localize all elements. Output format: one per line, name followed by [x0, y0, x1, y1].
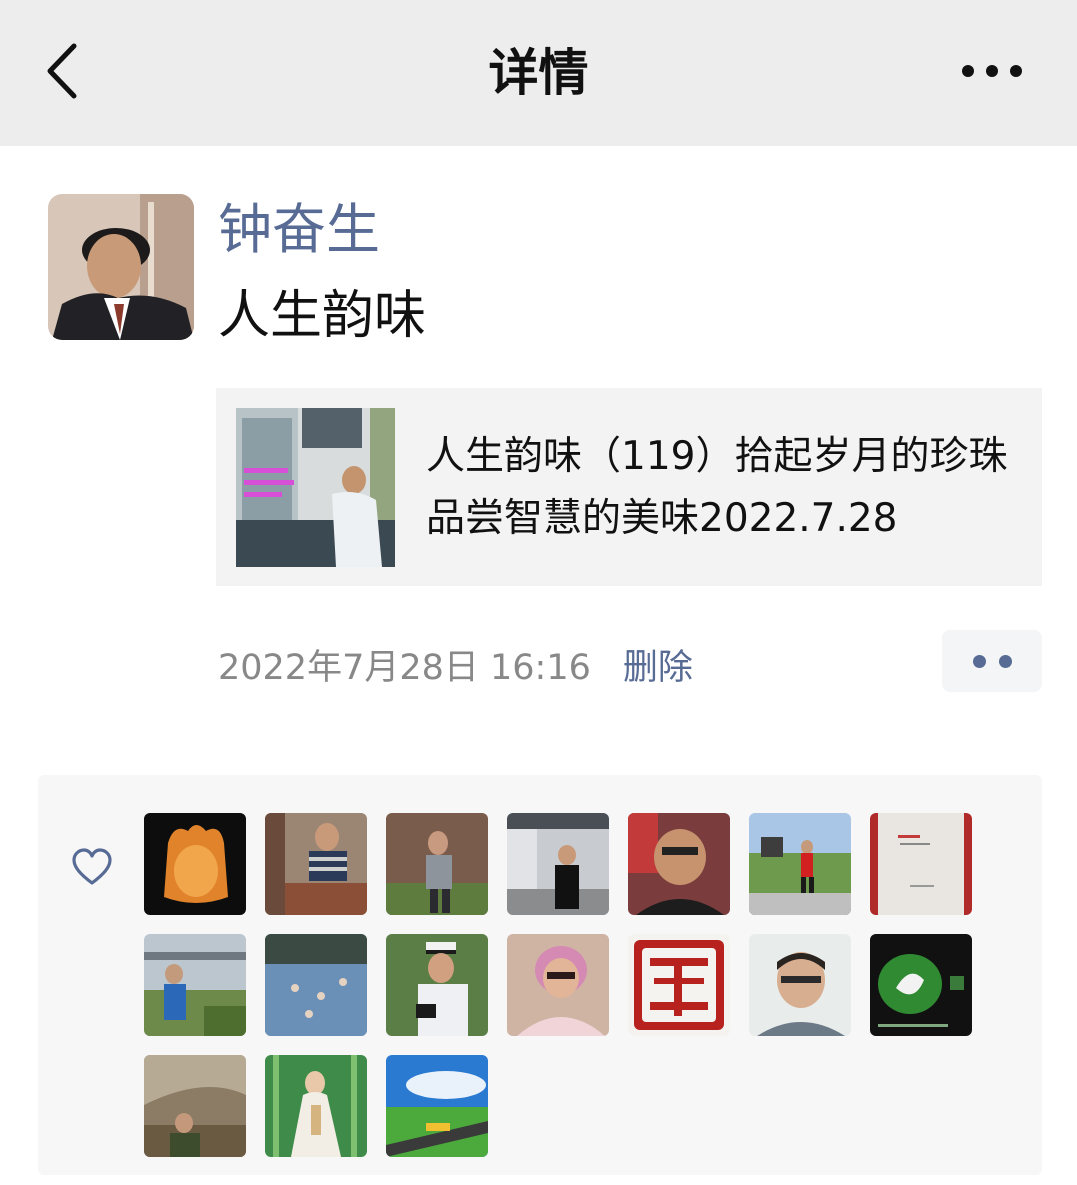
- action-dots-icon: [973, 655, 986, 668]
- liker-avatar[interactable]: [870, 813, 972, 915]
- liker-avatar[interactable]: [265, 813, 367, 915]
- delete-link[interactable]: 删除: [623, 648, 693, 688]
- liker-avatar[interactable]: [144, 1055, 246, 1157]
- article-title: 人生韵味（119）拾起岁月的珍珠 品尝智慧的美味2022.7.28: [426, 434, 1033, 541]
- liker-avatar[interactable]: [386, 934, 488, 1036]
- liker-avatar[interactable]: [507, 813, 609, 915]
- liker-avatar[interactable]: [144, 813, 246, 915]
- liker-avatar[interactable]: [265, 934, 367, 1036]
- post-timestamp: 2022年7月28日 16:16: [218, 648, 591, 688]
- page-title: 详情: [488, 44, 589, 102]
- liker-avatar[interactable]: [628, 813, 730, 915]
- liker-avatar[interactable]: [628, 934, 730, 1036]
- navigation-bar: 详情: [0, 0, 1077, 146]
- shared-article-card[interactable]: 人生韵味（119）拾起岁月的珍珠 品尝智慧的美味2022.7.28: [216, 388, 1042, 586]
- liker-avatar[interactable]: [749, 934, 851, 1036]
- author-name[interactable]: 钟奋生: [218, 194, 380, 266]
- action-dot: [999, 655, 1012, 668]
- post-meta: 2022年7月28日 16:16 删除: [218, 640, 693, 696]
- comment-like-action-button[interactable]: [942, 630, 1042, 692]
- liker-avatar[interactable]: [386, 813, 488, 915]
- more-button[interactable]: [950, 48, 1034, 94]
- heart-outline-icon: [72, 848, 112, 885]
- author-avatar[interactable]: [48, 194, 194, 340]
- liker-avatar[interactable]: [507, 934, 609, 1036]
- post-text: 人生韵味: [218, 286, 427, 346]
- more-dots-icon: [962, 65, 1022, 77]
- liker-avatar[interactable]: [265, 1055, 367, 1157]
- liker-avatar[interactable]: [144, 934, 246, 1036]
- liker-avatar[interactable]: [386, 1055, 488, 1157]
- liker-avatar[interactable]: [870, 934, 972, 1036]
- article-thumbnail: [236, 408, 395, 567]
- liker-avatar[interactable]: [749, 813, 851, 915]
